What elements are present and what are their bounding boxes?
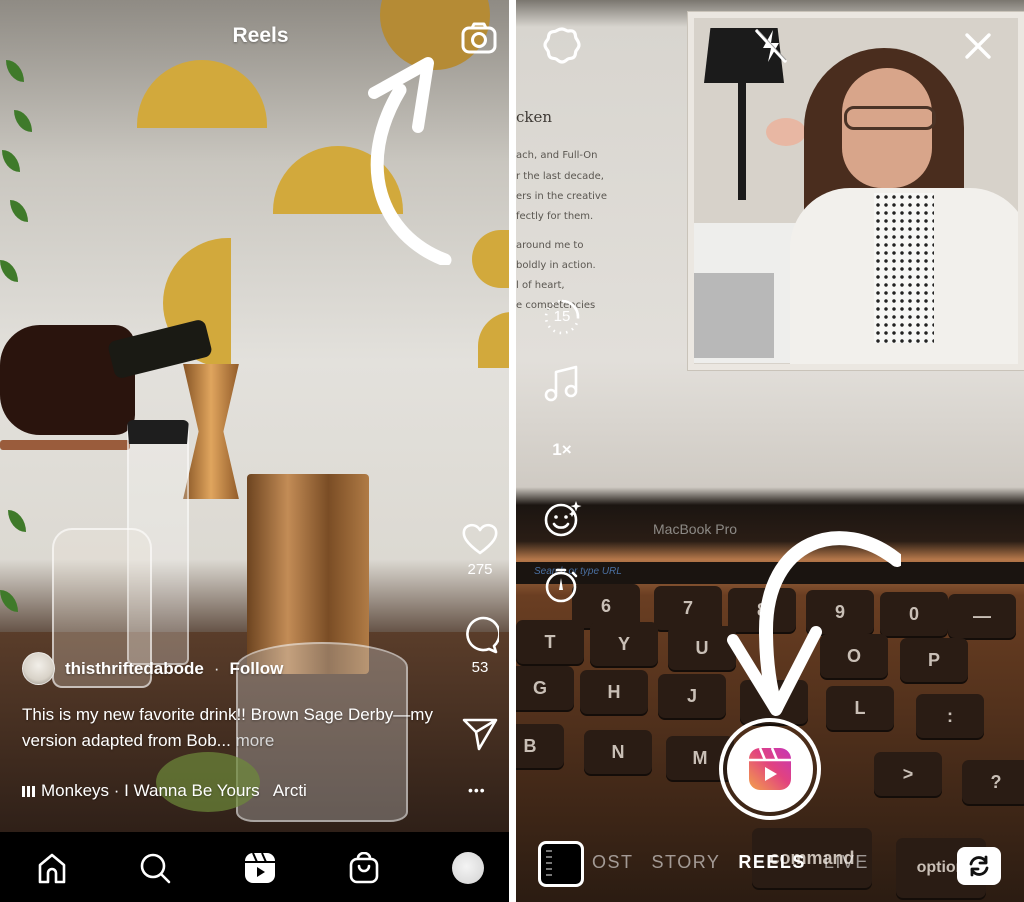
reels-feed-screen: Reels 275 53 ••• thisthriftedabode · Fol… <box>0 0 509 902</box>
laptop-in-photo <box>694 273 774 358</box>
flash-off-icon[interactable] <box>754 28 788 64</box>
doc-line: l of heart, <box>516 280 565 291</box>
comment-count: 53 <box>471 659 489 676</box>
gallery-thumbnail[interactable] <box>538 841 584 887</box>
speed-label[interactable]: 1× <box>542 440 582 460</box>
doc-line: ach, and Full-On <box>516 150 598 161</box>
keyboard-key: J <box>658 674 726 718</box>
music-note-icon[interactable] <box>544 364 580 402</box>
audio-track-title: Monkeys · I Wanna Be Yours Arcti <box>41 781 307 800</box>
wall-decor <box>137 60 267 128</box>
post-caption[interactable]: This is my new favorite drink!! Brown Sa… <box>22 702 442 754</box>
keyboard-key: P <box>900 638 968 682</box>
like-action[interactable]: 275 <box>456 522 504 578</box>
doc-line: ers in the creative <box>516 191 607 202</box>
plant-leaf <box>14 110 32 132</box>
paper-plane-icon[interactable] <box>462 717 498 751</box>
tray <box>0 440 130 450</box>
mode-post[interactable]: OST <box>592 852 634 873</box>
nav-search[interactable] <box>137 850 173 886</box>
gallery-preview-lines <box>546 850 552 878</box>
settings-gear-icon[interactable] <box>543 26 581 64</box>
search-icon <box>140 853 171 884</box>
comment-icon[interactable] <box>461 616 501 654</box>
keyboard-key: : <box>916 694 984 738</box>
doc-line: boldly in action. <box>516 260 596 271</box>
framed-photo <box>688 12 1024 370</box>
doc-heading: cken <box>516 108 553 126</box>
page-title: Reels <box>232 24 289 47</box>
mode-reels[interactable]: REELS <box>738 852 806 873</box>
timer-icon[interactable] <box>545 566 579 604</box>
more-horizontal-icon[interactable]: ••• <box>468 782 486 798</box>
reels-gradient-icon <box>749 747 791 790</box>
profile-avatar <box>452 852 484 884</box>
annotation-arrow-down <box>727 531 901 716</box>
audio-track[interactable]: Monkeys · I Wanna Be Yours Arcti <box>22 781 357 801</box>
flip-camera-icon <box>969 855 989 877</box>
plant-leaf <box>0 260 18 282</box>
follow-button[interactable]: Follow <box>230 659 284 679</box>
shutter-inner <box>727 726 813 812</box>
flip-camera-button[interactable] <box>957 847 1001 885</box>
reels-camera-screen: cken ach, and Full-On r the last decade,… <box>516 0 1024 902</box>
author-avatar[interactable] <box>22 652 55 685</box>
face-sparkle-icon[interactable] <box>543 500 583 538</box>
jigger <box>183 364 239 499</box>
nav-home[interactable] <box>34 850 70 886</box>
mode-live[interactable]: LIVE <box>824 852 869 873</box>
shopping-bag-icon <box>349 852 379 884</box>
plant-leaf <box>10 200 28 222</box>
person-blouse <box>874 193 934 343</box>
doc-line: r the last decade, <box>516 171 604 182</box>
wall-decor <box>472 230 509 288</box>
doc-line: around me to <box>516 240 584 251</box>
keyboard-key: ? <box>962 760 1024 804</box>
length-selector[interactable]: 15 <box>542 298 582 335</box>
nav-profile[interactable] <box>450 850 486 886</box>
heart-icon[interactable] <box>461 522 499 556</box>
flowers <box>766 118 806 146</box>
caption-text: This is my new favorite drink!! Brown Sa… <box>22 705 433 750</box>
record-shutter-button[interactable] <box>719 718 821 820</box>
doc-line: fectly for them. <box>516 211 594 222</box>
like-count: 275 <box>467 561 493 578</box>
separator-dot: · <box>213 658 220 678</box>
caption-more-link[interactable]: more <box>231 731 275 750</box>
keyboard-key: H <box>580 670 648 714</box>
keyboard-key: Y <box>590 622 658 666</box>
close-icon[interactable] <box>964 32 992 60</box>
keyboard-key: G <box>516 666 574 710</box>
reels-icon <box>245 852 275 883</box>
keyboard-key: N <box>584 730 652 774</box>
camera-mode-selector: OST STORY REELS LIVE <box>592 852 869 873</box>
wall-decor <box>478 312 509 368</box>
home-icon <box>38 853 66 884</box>
mode-story[interactable]: STORY <box>652 852 721 873</box>
length-label: 15 <box>553 308 571 325</box>
annotation-arrow-up <box>368 57 452 265</box>
author-username[interactable]: thisthriftedabode <box>65 659 204 679</box>
keyboard-key: B <box>516 724 564 768</box>
lamp-stand <box>738 80 746 200</box>
comment-action[interactable]: 53 <box>456 616 504 676</box>
keyboard-key: 7 <box>654 586 722 630</box>
nav-shop[interactable] <box>346 850 382 886</box>
plant-leaf <box>2 150 20 172</box>
keyboard-key: T <box>516 620 584 664</box>
audio-bars-icon <box>22 785 35 797</box>
post-author: thisthriftedabode · Follow <box>22 652 283 685</box>
camera-icon[interactable] <box>461 22 497 54</box>
plant-leaf <box>0 590 18 612</box>
plant-leaf <box>8 510 26 532</box>
nav-reels[interactable] <box>242 850 278 886</box>
keyboard-key: — <box>948 594 1016 638</box>
glasses <box>844 106 936 130</box>
plant-leaf <box>6 60 24 82</box>
bottom-navbar <box>0 832 509 902</box>
keyboard-key: > <box>874 752 942 796</box>
